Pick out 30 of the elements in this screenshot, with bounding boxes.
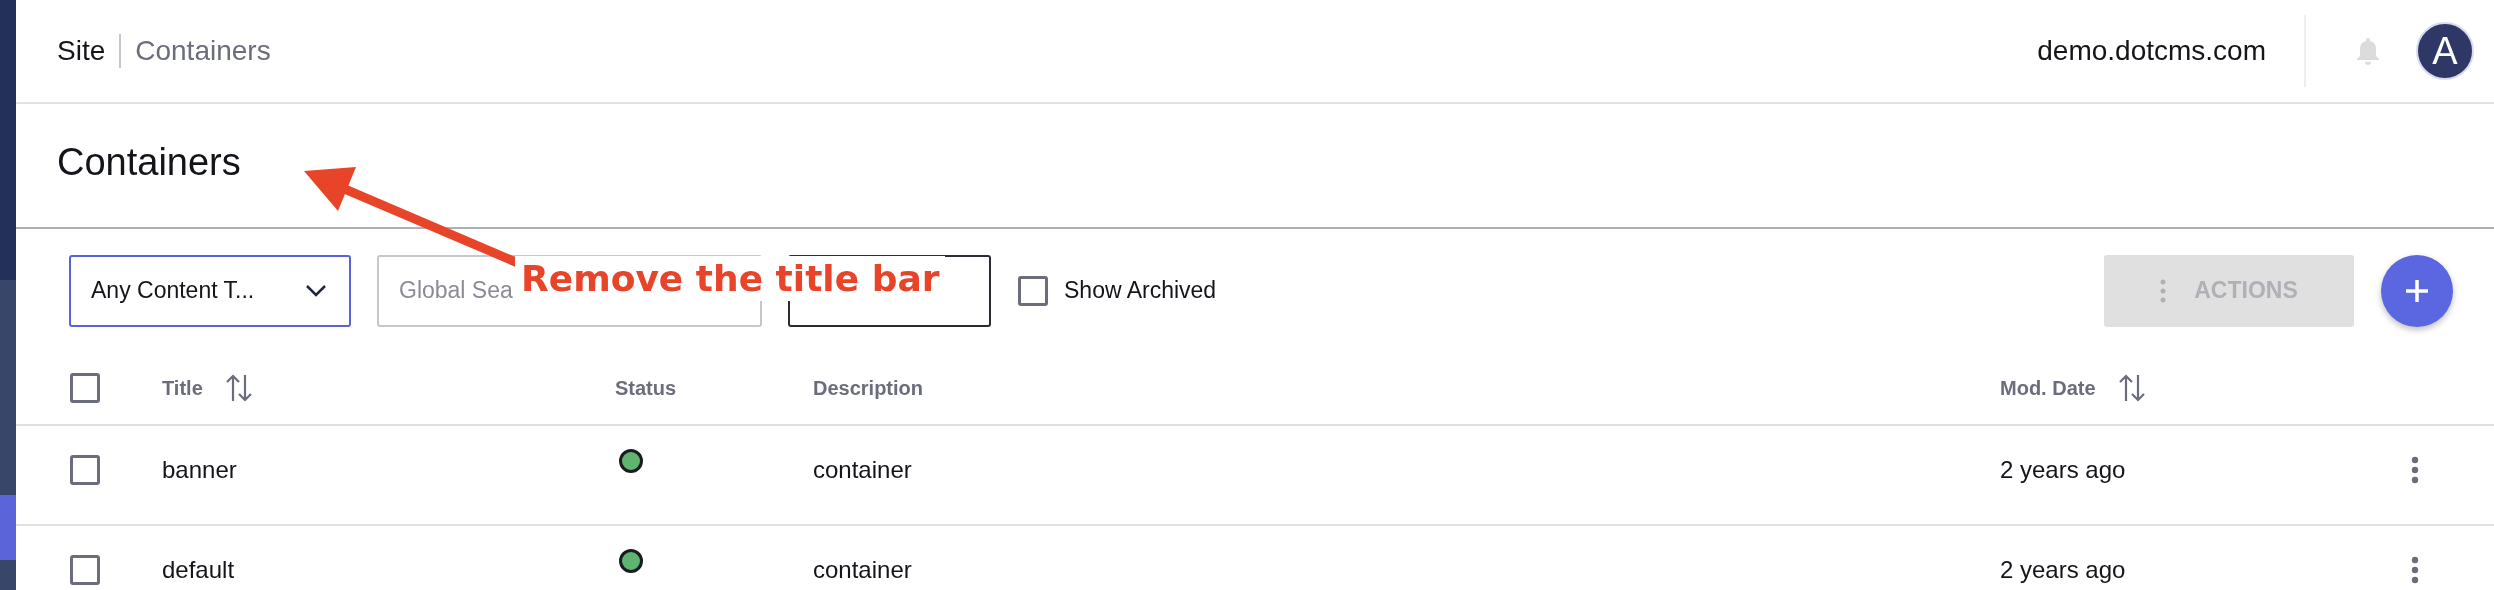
page-title: Containers: [57, 141, 241, 184]
show-archived-label: Show Archived: [1064, 277, 1217, 304]
column-header[interactable]: Mod. Date: [2000, 376, 2096, 400]
table-cell: 2 years ago: [2000, 456, 2126, 483]
annotation-label: Remove the title bar: [515, 256, 946, 301]
add-button[interactable]: [2381, 254, 2453, 327]
user-avatar[interactable]: A: [2416, 22, 2474, 80]
more-options-icon[interactable]: [2411, 556, 2419, 584]
kebab-icon: [2160, 278, 2167, 303]
table-cell: container: [813, 456, 912, 483]
table-cell: 2 years ago: [2000, 556, 2126, 583]
column-header[interactable]: Title: [162, 376, 203, 400]
column-header: Description: [813, 376, 924, 400]
chevron-down-icon: [305, 283, 327, 298]
content-type-dropdown[interactable]: Any Content T...: [69, 254, 351, 327]
row-checkbox[interactable]: [70, 555, 100, 585]
table-cell[interactable]: default: [162, 556, 235, 583]
column-header: Status: [615, 376, 677, 400]
sort-icon[interactable]: [2117, 373, 2146, 403]
more-options-icon[interactable]: [2411, 456, 2419, 484]
site-selector[interactable]: demo.dotcms.com: [2037, 35, 2266, 67]
breadcrumb-current: Containers: [135, 35, 271, 67]
table-cell: container: [813, 556, 912, 583]
table-cell[interactable]: banner: [162, 456, 237, 483]
show-archived-checkbox[interactable]: [1018, 275, 1048, 306]
breadcrumb-site[interactable]: Site: [57, 35, 106, 67]
active-menu-marker: [0, 495, 16, 560]
row-checkbox[interactable]: [70, 455, 100, 485]
select-all-checkbox[interactable]: [70, 373, 100, 403]
sort-icon[interactable]: [224, 373, 253, 403]
